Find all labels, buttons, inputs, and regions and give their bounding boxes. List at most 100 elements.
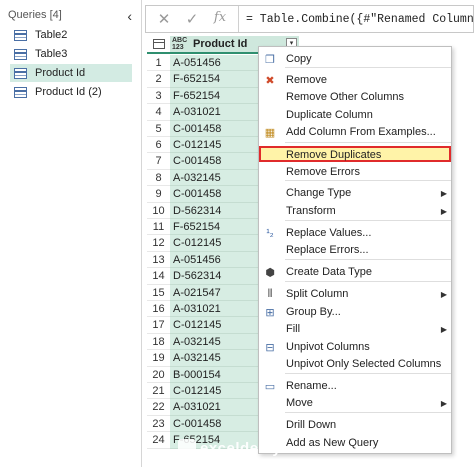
menu-item-label: Group By... [286, 306, 341, 318]
table-icon [14, 29, 27, 41]
menu-item-transform[interactable]: Transform ▶ [259, 202, 451, 220]
menu-item-replace-values[interactable]: ¹₂ Replace Values... [259, 224, 451, 242]
table-icon [14, 67, 27, 79]
menu-item-rename[interactable]: ▭ Rename... [259, 377, 451, 395]
menu-item-label: Drill Down [286, 419, 337, 431]
queries-pane: Queries [4] ‹ Table2 Table3 Product Id Prod… [0, 0, 142, 467]
watermark-subtext: EXCEL · DATA · BI [202, 454, 253, 460]
menu-item-label: Remove [286, 74, 327, 86]
collapse-pane-icon[interactable]: ‹ [127, 8, 132, 24]
menu-item-create-data-type[interactable]: ⬢ Create Data Type [259, 263, 451, 281]
menu-separator [285, 142, 451, 143]
query-item[interactable]: Table3 [10, 45, 132, 63]
replace-values-icon: ¹₂ [266, 227, 274, 239]
submenu-arrow-icon: ▶ [440, 188, 448, 198]
watermark: exceldemy EXCEL · DATA · BI [178, 432, 288, 464]
fx-icon[interactable]: fx [210, 10, 230, 25]
row-number[interactable]: 9 [147, 186, 170, 203]
unpivot-icon: ⊟ [265, 341, 275, 354]
group-by-icon: ⊞ [265, 306, 275, 319]
row-number[interactable]: 12 [147, 235, 170, 252]
menu-item-fill[interactable]: Fill ▶ [259, 320, 451, 338]
menu-item-duplicate-column[interactable]: Duplicate Column [259, 106, 451, 124]
query-item-label: Product Id [35, 67, 86, 79]
row-number[interactable]: 2 [147, 71, 170, 88]
formula-separator [238, 6, 239, 32]
menu-item-remove-errors[interactable]: Remove Errors [259, 163, 451, 181]
row-number[interactable]: 10 [147, 203, 170, 219]
menu-item-label: Remove Other Columns [286, 91, 404, 103]
menu-item-label: Replace Values... [286, 227, 372, 239]
row-number[interactable]: 3 [147, 88, 170, 105]
menu-item-unpivot-columns[interactable]: ⊟ Unpivot Columns [259, 338, 451, 356]
row-number[interactable]: 20 [147, 367, 170, 383]
row-number[interactable]: 22 [147, 399, 170, 416]
menu-item-replace-errors[interactable]: Replace Errors... [259, 241, 451, 259]
menu-item-label: Transform [286, 205, 336, 217]
row-number[interactable]: 4 [147, 104, 170, 121]
menu-item-remove[interactable]: ✖ Remove [259, 71, 451, 89]
add-column-examples-icon: ▦ [264, 126, 276, 139]
menu-item-label: Move [286, 397, 313, 409]
row-number[interactable]: 14 [147, 268, 170, 285]
query-item[interactable]: Table2 [10, 26, 132, 44]
query-item[interactable]: Product Id [10, 64, 132, 82]
row-number[interactable]: 1 [147, 55, 170, 72]
menu-item-label: Split Column [286, 288, 349, 300]
row-number[interactable]: 11 [147, 219, 170, 236]
menu-separator [285, 259, 451, 260]
menu-item-label: Remove Errors [286, 166, 360, 178]
create-data-type-icon: ⬢ [265, 266, 275, 279]
exceldemy-logo-icon [178, 439, 196, 457]
table-menu-button[interactable] [147, 36, 170, 52]
menu-item-label: Copy [286, 53, 312, 65]
menu-item-add-column-from-examples[interactable]: ▦ Add Column From Examples... [259, 123, 451, 141]
menu-separator [285, 412, 451, 413]
row-number[interactable]: 5 [147, 121, 170, 137]
row-number[interactable]: 21 [147, 383, 170, 400]
menu-separator [285, 220, 451, 221]
row-number[interactable]: 8 [147, 170, 170, 187]
row-number[interactable]: 23 [147, 416, 170, 433]
query-item-label: Product Id (2) [35, 86, 102, 98]
menu-item-copy[interactable]: ❐ Copy [259, 50, 451, 68]
menu-separator [285, 281, 451, 282]
menu-item-group-by[interactable]: ⊞ Group By... [259, 303, 451, 321]
table-icon [152, 39, 165, 49]
menu-item-remove-other-columns[interactable]: Remove Other Columns [259, 88, 451, 106]
menu-item-label: Change Type [286, 187, 352, 199]
rename-icon: ▭ [264, 380, 276, 393]
formula-bar: ✕ ✓ fx = Table.Combine({#"Renamed Column… [145, 5, 474, 33]
menu-item-change-type[interactable]: Change Type ▶ [259, 184, 451, 202]
row-number[interactable]: 24 [147, 432, 170, 449]
formula-input[interactable]: = Table.Combine({#"Renamed Columns", #"P… [246, 13, 474, 26]
row-number[interactable]: 17 [147, 317, 170, 334]
split-column-icon: ⫴ [267, 287, 273, 300]
cancel-formula-icon[interactable]: ✕ [154, 10, 174, 28]
confirm-formula-icon[interactable]: ✓ [182, 10, 202, 28]
menu-item-remove-duplicates[interactable]: Remove Duplicates [259, 146, 451, 164]
menu-item-label: Create Data Type [286, 266, 373, 278]
query-item-label: Table2 [35, 29, 68, 41]
menu-item-label: Unpivot Columns [286, 341, 370, 353]
menu-item-label: Fill [286, 323, 301, 335]
row-number[interactable]: 13 [147, 252, 170, 269]
row-number[interactable]: 6 [147, 137, 170, 154]
menu-item-split-column[interactable]: ⫴ Split Column ▶ [259, 285, 451, 303]
column-context-menu: ❐ Copy ✖ Remove Remove Other Columns Duplicat… [258, 46, 452, 454]
submenu-arrow-icon: ▶ [440, 289, 448, 299]
row-number[interactable]: 16 [147, 301, 170, 318]
menu-item-move[interactable]: Move ▶ [259, 394, 451, 412]
menu-item-label: Duplicate Column [286, 109, 373, 121]
row-number[interactable]: 7 [147, 153, 170, 170]
menu-item-label: Rename... [286, 380, 337, 392]
query-item[interactable]: Product Id (2) [10, 83, 132, 101]
menu-item-unpivot-only-selected-columns[interactable]: Unpivot Only Selected Columns [259, 355, 451, 373]
row-number[interactable]: 19 [147, 350, 170, 367]
queries-header: Queries [4] ‹ [8, 8, 136, 25]
menu-item-label: Add Column From Examples... [286, 126, 436, 138]
row-number[interactable]: 15 [147, 285, 170, 301]
row-number[interactable]: 18 [147, 334, 170, 351]
data-type-any-icon[interactable]: ABC 123 [172, 37, 190, 51]
menu-item-label: Unpivot Only Selected Columns [286, 358, 442, 370]
